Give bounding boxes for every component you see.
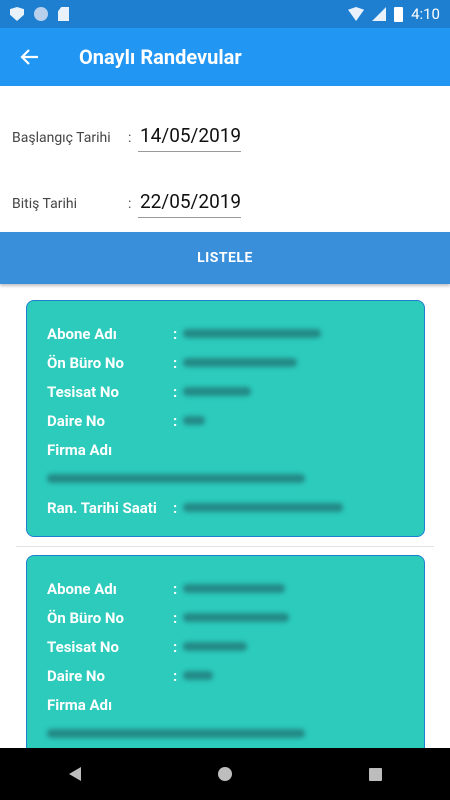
end-date-colon: : — [128, 196, 132, 212]
start-date-colon: : — [128, 130, 132, 146]
arrow-left-icon — [20, 49, 38, 65]
field-colon: : — [173, 637, 178, 656]
redacted-value — [183, 416, 205, 425]
redacted-value — [183, 584, 285, 593]
field-colon: : — [173, 353, 178, 372]
daire-label: Daire No — [47, 411, 105, 430]
start-date-field[interactable]: 14/05/2019 — [138, 124, 241, 152]
onburo-label: Ön Büro No — [47, 353, 124, 372]
nav-home-icon[interactable] — [217, 767, 232, 781]
abone-label: Abone Adı — [47, 579, 117, 598]
abone-label: Abone Adı — [47, 324, 117, 343]
card-row-tarih: Ran. Tarihi Saati : — [47, 493, 404, 522]
redacted-value — [47, 729, 305, 738]
appointment-card[interactable]: Abone Adı : Ön Büro No : Tesisat No : Da… — [26, 555, 425, 748]
card-row-tesisat: Tesisat No : — [47, 377, 404, 406]
shield-icon — [10, 7, 24, 21]
card-row-daire: Daire No : — [47, 661, 404, 690]
redacted-value — [183, 329, 321, 338]
tarih-label: Ran. Tarihi Saati — [47, 498, 157, 517]
card-row-onburo: Ön Büro No : — [47, 348, 404, 377]
page-title: Onaylı Randevular — [79, 45, 242, 69]
redacted-value — [183, 503, 343, 512]
battery-icon — [394, 6, 404, 22]
field-colon: : — [173, 498, 178, 517]
end-date-label: Bitiş Tarihi — [12, 196, 77, 212]
onburo-label: Ön Büro No — [47, 608, 124, 627]
system-nav-bar — [0, 748, 450, 800]
redacted-value — [183, 671, 213, 680]
daire-label: Daire No — [47, 666, 105, 685]
start-date-row: Başlangıç Tarihi : 14/05/2019 — [12, 124, 241, 152]
tesisat-label: Tesisat No — [47, 382, 119, 401]
redacted-value — [47, 474, 305, 483]
back-button[interactable] — [0, 28, 60, 86]
redacted-value — [183, 358, 297, 367]
status-bar: 4:10 — [0, 0, 450, 28]
list-button[interactable]: LISTELE — [0, 232, 450, 284]
redacted-value — [183, 642, 247, 651]
wifi-icon — [348, 7, 365, 21]
redacted-value — [183, 613, 289, 622]
field-colon: : — [173, 324, 178, 343]
card-row-abone: Abone Adı : — [47, 319, 404, 348]
field-colon: : — [173, 608, 178, 627]
end-date-field[interactable]: 22/05/2019 — [138, 190, 241, 218]
field-colon: : — [173, 666, 178, 685]
card-row-abone: Abone Adı : — [47, 574, 404, 603]
card-row-firma: Firma Adı — [47, 435, 404, 464]
nav-recents-icon[interactable] — [368, 767, 382, 781]
field-colon: : — [173, 411, 178, 430]
card-row-firma-value — [47, 719, 404, 748]
start-date-label: Başlangıç Tarihi — [12, 130, 111, 146]
field-colon: : — [173, 382, 178, 401]
sd-card-icon — [58, 7, 69, 21]
card-row-tesisat: Tesisat No : — [47, 632, 404, 661]
app-bar: Onaylı Randevular — [0, 28, 450, 86]
status-time: 4:10 — [411, 5, 440, 23]
circle-icon — [34, 7, 48, 21]
end-date-row: Bitiş Tarihi : 22/05/2019 — [12, 190, 241, 218]
firma-label: Firma Adı — [47, 440, 113, 459]
list-divider — [16, 546, 434, 547]
appointment-card[interactable]: Abone Adı : Ön Büro No : Tesisat No : Da… — [26, 300, 425, 537]
signal-icon — [372, 7, 387, 21]
card-row-onburo: Ön Büro No : — [47, 603, 404, 632]
nav-back-icon[interactable] — [68, 767, 81, 781]
tesisat-label: Tesisat No — [47, 637, 119, 656]
field-colon: : — [173, 579, 178, 598]
card-row-daire: Daire No : — [47, 406, 404, 435]
firma-label: Firma Adı — [47, 695, 113, 714]
redacted-value — [183, 387, 251, 396]
card-row-firma-value — [47, 464, 404, 493]
appointment-list[interactable]: Abone Adı : Ön Büro No : Tesisat No : Da… — [0, 290, 450, 748]
card-row-firma: Firma Adı — [47, 690, 404, 719]
